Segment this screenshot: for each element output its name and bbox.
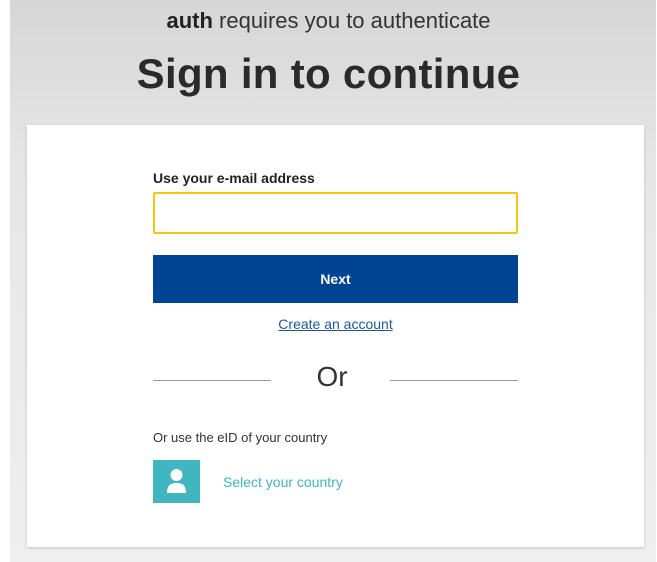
email-field[interactable] <box>153 192 518 234</box>
eid-label: Or use the eID of your country <box>153 430 328 445</box>
app-name: auth <box>166 8 213 33</box>
next-button[interactable]: Next <box>153 255 518 303</box>
create-account-link[interactable]: Create an account <box>153 316 518 332</box>
auth-subtitle: auth requires you to authenticate <box>0 8 657 34</box>
subtitle-text: requires you to authenticate <box>212 8 491 33</box>
person-icon[interactable] <box>153 460 200 503</box>
person-icon-graphic <box>167 469 186 493</box>
select-country-link[interactable]: Select your country <box>223 474 343 490</box>
page-title: Sign in to continue <box>136 50 521 97</box>
login-card: Use your e-mail address Next Create an a… <box>27 125 644 547</box>
divider-right <box>390 380 518 381</box>
divider-left <box>153 380 271 381</box>
or-separator: Or <box>316 361 348 392</box>
email-label: Use your e-mail address <box>153 170 315 186</box>
